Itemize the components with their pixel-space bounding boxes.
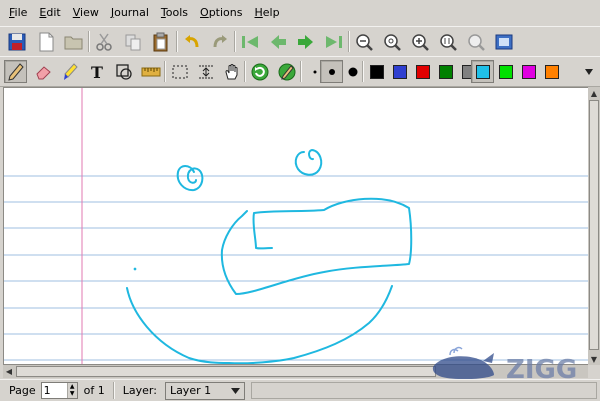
zoom-out-icon[interactable]: [352, 30, 375, 53]
page-count-label: of 1: [83, 384, 105, 397]
horizontal-scroll-thumb[interactable]: [16, 366, 436, 377]
svg-text:T: T: [91, 64, 103, 80]
scroll-up-arrow-icon[interactable]: ▲: [588, 87, 600, 99]
menu-bar: File Edit View Journal Tools Options Hel…: [0, 0, 600, 25]
open-icon[interactable]: [62, 30, 85, 53]
highlighter-icon[interactable]: [58, 60, 81, 83]
scroll-left-arrow-icon[interactable]: ◀: [3, 365, 15, 377]
zoom-in-icon[interactable]: [408, 30, 431, 53]
color-swatch: [369, 64, 384, 79]
color-magenta-button[interactable]: [517, 60, 540, 83]
save-icon[interactable]: [5, 30, 28, 53]
status-bar: Page 1 ▲ ▼ of 1 Layer: Layer 1: [0, 379, 600, 401]
drawing-canvas[interactable]: [4, 88, 588, 364]
color-green-button[interactable]: [434, 60, 457, 83]
hand-icon[interactable]: [220, 60, 243, 83]
cut-icon[interactable]: [92, 30, 115, 53]
menu-tools[interactable]: Tools: [155, 0, 194, 25]
toolbar-overflow-icon[interactable]: [577, 60, 600, 83]
menu-file[interactable]: File: [0, 0, 33, 25]
undo-icon[interactable]: [180, 30, 203, 53]
color-swatch: [521, 64, 536, 79]
previous-page-icon[interactable]: [266, 30, 289, 53]
thickness-thick-icon[interactable]: [341, 60, 364, 83]
fullscreen-icon[interactable]: [492, 30, 515, 53]
new-page-icon[interactable]: [34, 30, 57, 53]
menu-view[interactable]: View: [67, 0, 105, 25]
status-message-area: [250, 382, 597, 399]
vertical-space-icon[interactable]: [194, 60, 217, 83]
thickness-medium-icon[interactable]: [320, 60, 343, 83]
paste-icon[interactable]: [149, 30, 172, 53]
menu-help[interactable]: Help: [249, 0, 286, 25]
color-blue-button[interactable]: [388, 60, 411, 83]
page-number-value[interactable]: 1: [44, 384, 51, 397]
chevron-down-icon: [230, 387, 240, 394]
color-red-button[interactable]: [411, 60, 434, 83]
pen-icon[interactable]: [4, 60, 27, 83]
color-swatch: [544, 64, 559, 79]
spin-down-icon[interactable]: ▼: [68, 390, 77, 397]
menu-edit[interactable]: Edit: [33, 0, 66, 25]
color-swatch: [415, 64, 430, 79]
tools-toolbar: T: [0, 56, 600, 87]
next-page-icon[interactable]: [294, 30, 317, 53]
zoom-normal-icon[interactable]: [380, 30, 403, 53]
vertical-scrollbar[interactable]: ▲ ▼: [588, 87, 600, 365]
journal-page[interactable]: [3, 87, 589, 365]
default-pen-icon[interactable]: [275, 60, 298, 83]
color-orange-button[interactable]: [540, 60, 563, 83]
menu-journal[interactable]: Journal: [105, 0, 155, 25]
layer-value: Layer 1: [169, 384, 212, 397]
first-page-icon[interactable]: [238, 30, 261, 53]
select-rectangle-icon[interactable]: [168, 60, 191, 83]
copy-icon[interactable]: [121, 30, 144, 53]
main-toolbar: [0, 26, 600, 57]
redo-icon[interactable]: [208, 30, 231, 53]
shape-recognizer-icon[interactable]: [112, 60, 135, 83]
layer-select[interactable]: Layer 1: [164, 381, 245, 400]
color-black-button[interactable]: [365, 60, 388, 83]
layer-label: Layer:: [122, 384, 157, 397]
zoom-custom-icon[interactable]: [464, 30, 487, 53]
color-swatch: [498, 64, 513, 79]
spinner-arrows[interactable]: ▲ ▼: [66, 383, 77, 398]
color-light-green-button[interactable]: [494, 60, 517, 83]
color-swatch: [475, 64, 490, 79]
zoom-page-width-icon[interactable]: [436, 30, 459, 53]
eraser-icon[interactable]: [31, 60, 54, 83]
page-label: Page: [9, 384, 36, 397]
default-tool-icon[interactable]: [248, 60, 271, 83]
color-swatch: [392, 64, 407, 79]
text-icon[interactable]: T: [85, 60, 108, 83]
menu-options[interactable]: Options: [194, 0, 248, 25]
ruler-icon[interactable]: [139, 60, 162, 83]
last-page-icon[interactable]: [322, 30, 345, 53]
color-light-blue-button[interactable]: [471, 60, 494, 83]
spin-up-icon[interactable]: ▲: [68, 383, 77, 390]
page-number-spinner[interactable]: 1 ▲ ▼: [40, 382, 78, 399]
vertical-scroll-thumb[interactable]: [589, 100, 599, 350]
color-swatch: [438, 64, 453, 79]
